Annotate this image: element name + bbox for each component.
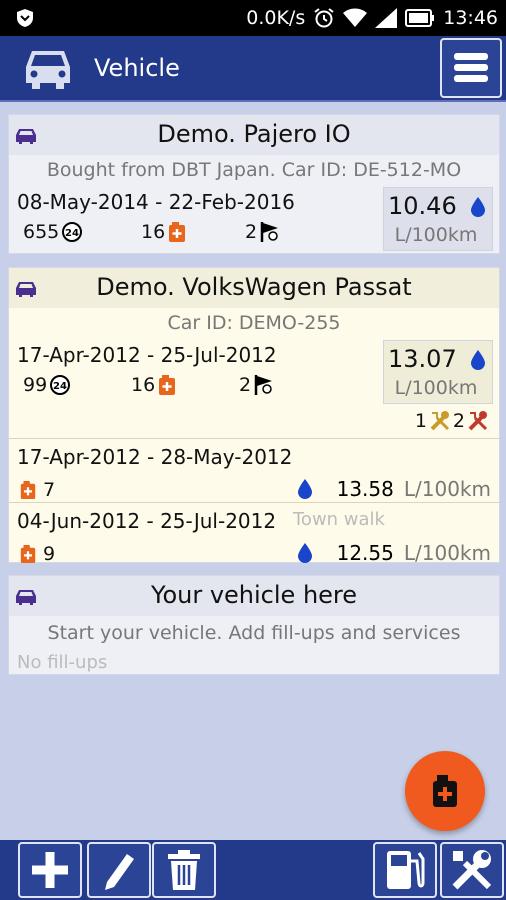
battery-icon <box>405 9 435 27</box>
svg-text:24: 24 <box>65 228 79 239</box>
service-button[interactable] <box>440 842 504 898</box>
vehicle-dates: 17-Apr-2012 - 25-Jul-2012 <box>17 343 277 367</box>
fuel-drop-icon <box>297 479 312 499</box>
signal-icon <box>375 8 398 28</box>
wifi-icon <box>343 8 368 27</box>
empty-fillups-text: No fill-ups <box>17 652 108 673</box>
fuel-can-add-icon <box>433 775 457 807</box>
shield-icon <box>17 9 33 27</box>
period-fillups: 7 <box>19 479 55 501</box>
vehicle-card[interactable]: Your vehicle here Start your vehicle. Ad… <box>8 575 500 675</box>
plus-icon <box>32 852 68 888</box>
fuel-can-icon <box>169 222 186 242</box>
wrench-screwdriver-icon <box>452 850 492 890</box>
period-row[interactable]: 04-Jun-2012 - 25-Jul-2012 Town walk 9 12… <box>9 502 499 565</box>
vehicle-header: Your vehicle here <box>9 576 499 616</box>
vehicle-name: Demo. VolksWagen Passat <box>96 273 412 301</box>
fuel-can-icon <box>159 375 176 395</box>
period-dates: 04-Jun-2012 - 25-Jul-2012 <box>17 509 277 533</box>
add-fillup-fab[interactable] <box>405 751 485 831</box>
vehicle-note: Car ID: DEMO-255 <box>167 312 341 334</box>
consumption-value: 13.07 <box>388 345 457 373</box>
services-value: 1 <box>414 410 427 432</box>
period-fillups-value: 9 <box>43 543 56 565</box>
flags-value: 2 <box>245 221 258 243</box>
vehicle-note: Start your vehicle. Add fill-ups and ser… <box>47 622 461 644</box>
flags-stat: 2 <box>239 374 275 396</box>
flags-value: 2 <box>239 374 252 396</box>
consumption-box: 10.46 L/100km <box>383 187 493 251</box>
vehicle-header: Demo. VolksWagen Passat <box>9 268 499 308</box>
status-bar: 0.0K/s 13:46 <box>0 0 506 36</box>
fuel-can-icon <box>20 545 36 563</box>
days-stat: 655 24 <box>23 221 83 243</box>
flag-icon <box>260 222 279 242</box>
fillups-value: 16 <box>141 221 166 243</box>
fillups-value: 16 <box>131 374 156 396</box>
delete-button[interactable] <box>152 842 216 898</box>
period-consumption: 13.58 L/100km <box>297 477 491 501</box>
app-bar: Vehicle <box>0 36 506 102</box>
period-consumption-unit: L/100km <box>403 541 491 565</box>
days-value: 99 <box>23 374 48 396</box>
repairs-value: 2 <box>452 410 465 432</box>
service-tools-icon <box>430 411 449 431</box>
period-fillups: 9 <box>19 543 55 565</box>
fuel-pump-icon <box>387 851 425 889</box>
period-dates: 17-Apr-2012 - 28-May-2012 <box>17 445 293 469</box>
edit-button[interactable] <box>87 842 151 898</box>
consumption-unit: L/100km <box>394 377 478 399</box>
alarm-icon <box>314 8 334 28</box>
bottom-toolbar <box>0 840 506 900</box>
menu-icon <box>454 53 488 82</box>
24h-icon: 24 <box>62 222 83 242</box>
vehicle-card[interactable]: Demo. Pajero IO Bought from DBT Japan. C… <box>8 114 500 254</box>
period-consumption-unit: L/100km <box>403 477 491 501</box>
pencil-icon <box>105 854 134 890</box>
vehicle-card[interactable]: Demo. VolksWagen Passat Car ID: DEMO-255… <box>8 267 500 565</box>
period-consumption-value: 12.55 <box>336 541 394 565</box>
fuel-drop-icon <box>297 543 312 563</box>
days-stat: 99 24 <box>23 374 71 396</box>
service-stats: 1 2 <box>415 410 489 432</box>
fillups-stat: 16 <box>141 221 187 243</box>
consumption-value: 10.46 <box>388 192 457 220</box>
network-speed: 0.0K/s <box>246 7 306 29</box>
fuel-can-icon <box>20 481 36 499</box>
add-button[interactable] <box>18 842 82 898</box>
menu-button[interactable] <box>440 38 502 98</box>
days-value: 655 <box>23 221 60 243</box>
vehicle-note: Bought from DBT Japan. Car ID: DE-512-MO <box>46 159 462 181</box>
consumption-box: 13.07 L/100km <box>383 340 493 404</box>
period-note: Town walk <box>293 509 385 530</box>
car-icon <box>26 51 70 89</box>
flags-stat: 2 <box>245 221 281 243</box>
vehicle-name: Your vehicle here <box>150 581 358 609</box>
page-title: Vehicle <box>94 54 180 82</box>
fuel-button[interactable] <box>373 842 437 898</box>
consumption-unit: L/100km <box>394 224 478 246</box>
fillups-stat: 16 <box>131 374 177 396</box>
clock: 13:46 <box>443 7 498 29</box>
fuel-drop-icon <box>471 197 485 217</box>
period-consumption-value: 13.58 <box>336 477 394 501</box>
flag-icon <box>254 375 273 395</box>
period-fillups-value: 7 <box>43 479 56 501</box>
repair-tools-icon <box>468 411 488 431</box>
24h-icon: 24 <box>50 375 71 395</box>
vehicle-name: Demo. Pajero IO <box>157 120 351 148</box>
period-row[interactable]: 17-Apr-2012 - 28-May-2012 7 13.58 L/100k… <box>9 438 499 502</box>
fuel-drop-icon <box>471 350 485 370</box>
trash-icon <box>168 850 200 890</box>
vehicle-header: Demo. Pajero IO <box>9 115 499 155</box>
svg-text:24: 24 <box>53 381 67 392</box>
vehicle-dates: 08-May-2014 - 22-Feb-2016 <box>17 190 295 214</box>
period-consumption: 12.55 L/100km <box>297 541 491 565</box>
